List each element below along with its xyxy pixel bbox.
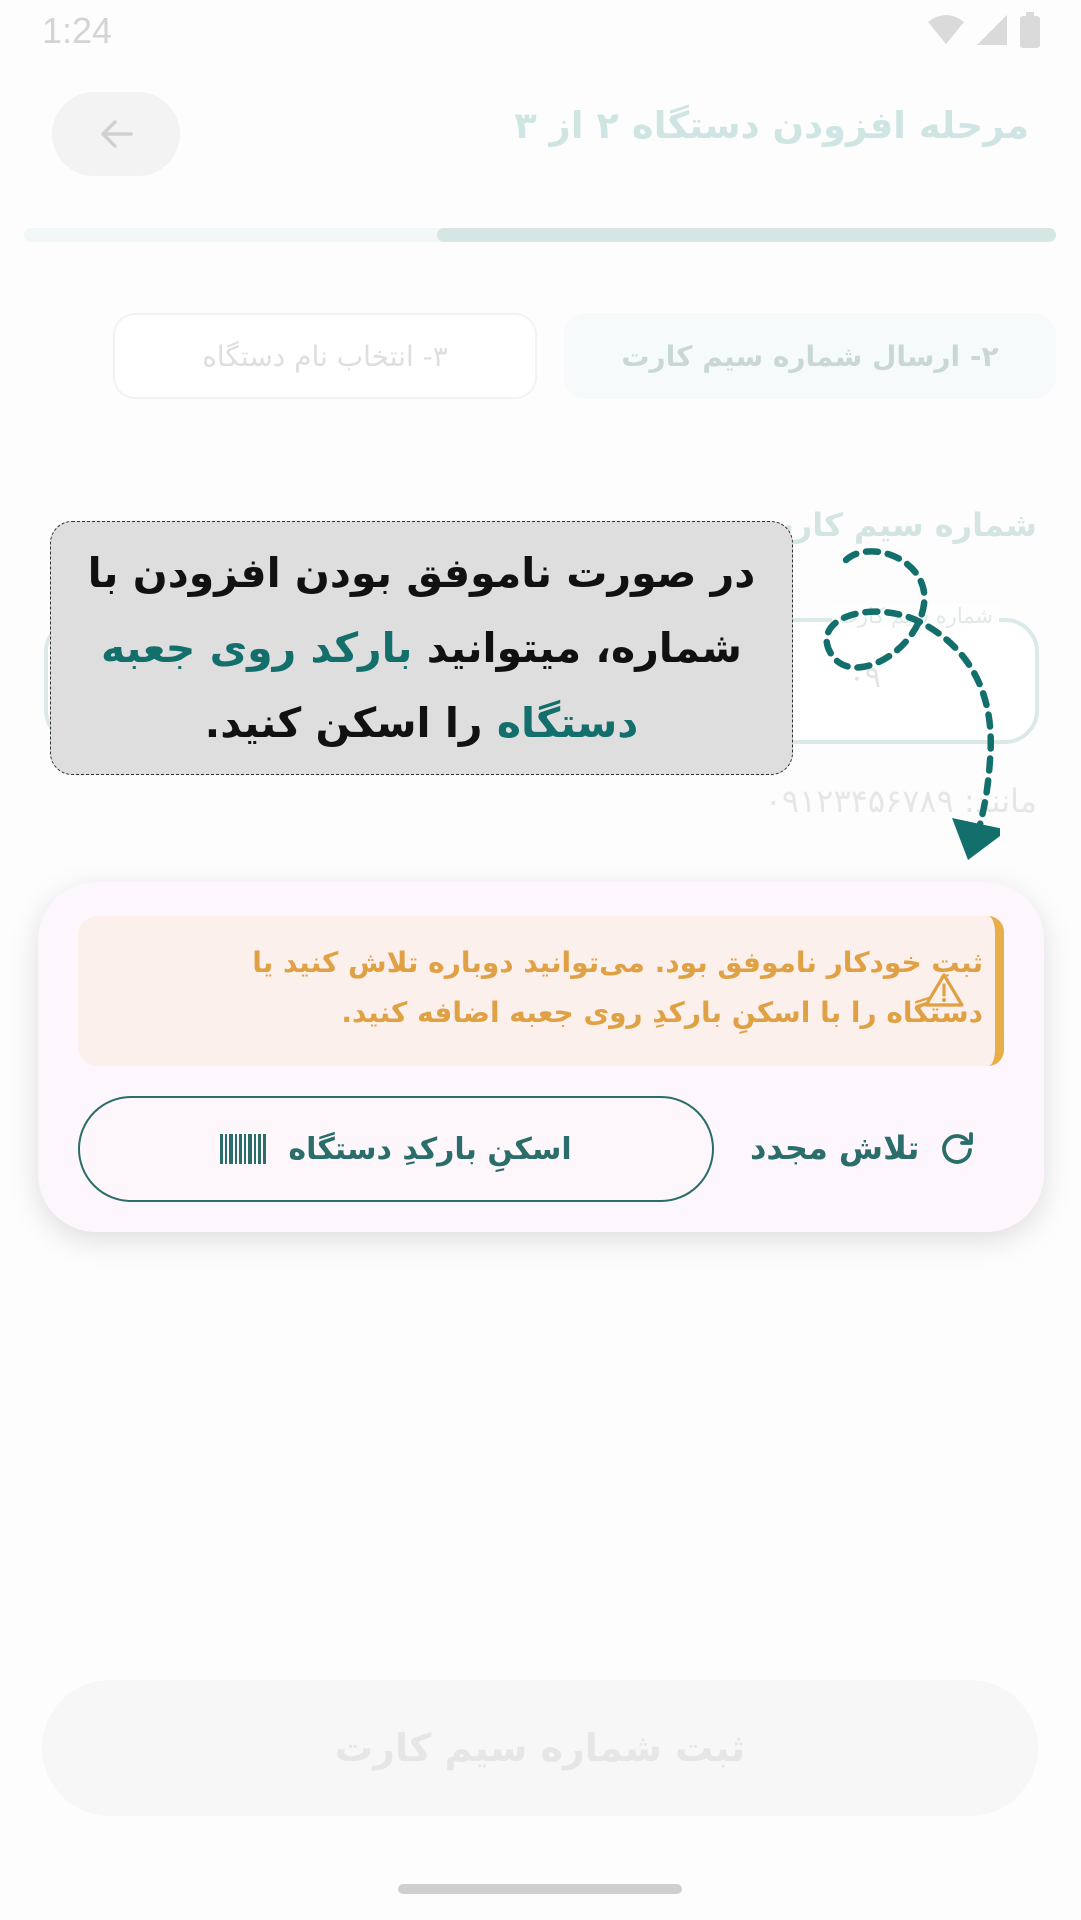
retry-label: تلاش مجدد — [750, 1129, 920, 1167]
battery-icon — [1020, 12, 1040, 48]
status-icons — [927, 12, 1041, 48]
scan-barcode-label: اسکنِ بارکدِ دستگاه — [288, 1131, 572, 1167]
refresh-icon — [942, 1132, 974, 1164]
tooltip-text-part2: را اسکن کنید. — [204, 698, 497, 747]
retry-button[interactable]: تلاش مجدد — [750, 1118, 975, 1178]
step-choose-name[interactable]: ۳- انتخاب نام دستگاه — [113, 313, 537, 399]
scan-barcode-button[interactable]: اسکنِ بارکدِ دستگاه — [78, 1096, 714, 1202]
alert-message: ثبتِ خودکار ناموفق بود. می‌توانید دوباره… — [252, 946, 983, 1029]
progress-fill — [436, 228, 1056, 242]
step-send-sim[interactable]: ۲- ارسال شماره سیم کارت — [564, 313, 1056, 399]
warning-icon — [924, 973, 964, 1007]
status-time: 1:24 — [42, 10, 113, 51]
field-label: شماره سیم کارت — [761, 506, 1037, 544]
coachmark-tooltip: در صورت ناموفق بودن افزودن با شماره، میت… — [50, 521, 793, 775]
barcode-icon — [220, 1134, 267, 1164]
home-indicator[interactable] — [398, 1884, 682, 1894]
arrow-left-icon — [101, 120, 133, 148]
signal-icon — [977, 15, 1007, 45]
progress-bar — [24, 228, 1056, 242]
back-button[interactable] — [52, 92, 180, 176]
tooltip-text: در صورت ناموفق بودن افزودن با شماره، میت… — [79, 536, 764, 761]
wifi-icon — [928, 15, 964, 44]
page-title: مرحله افزودن دستگاه ۲ از ۳ — [514, 104, 1029, 147]
submit-sim-button[interactable]: ثبت شماره سیم کارت — [42, 1680, 1038, 1816]
pointer-arrow-icon — [823, 548, 1000, 860]
